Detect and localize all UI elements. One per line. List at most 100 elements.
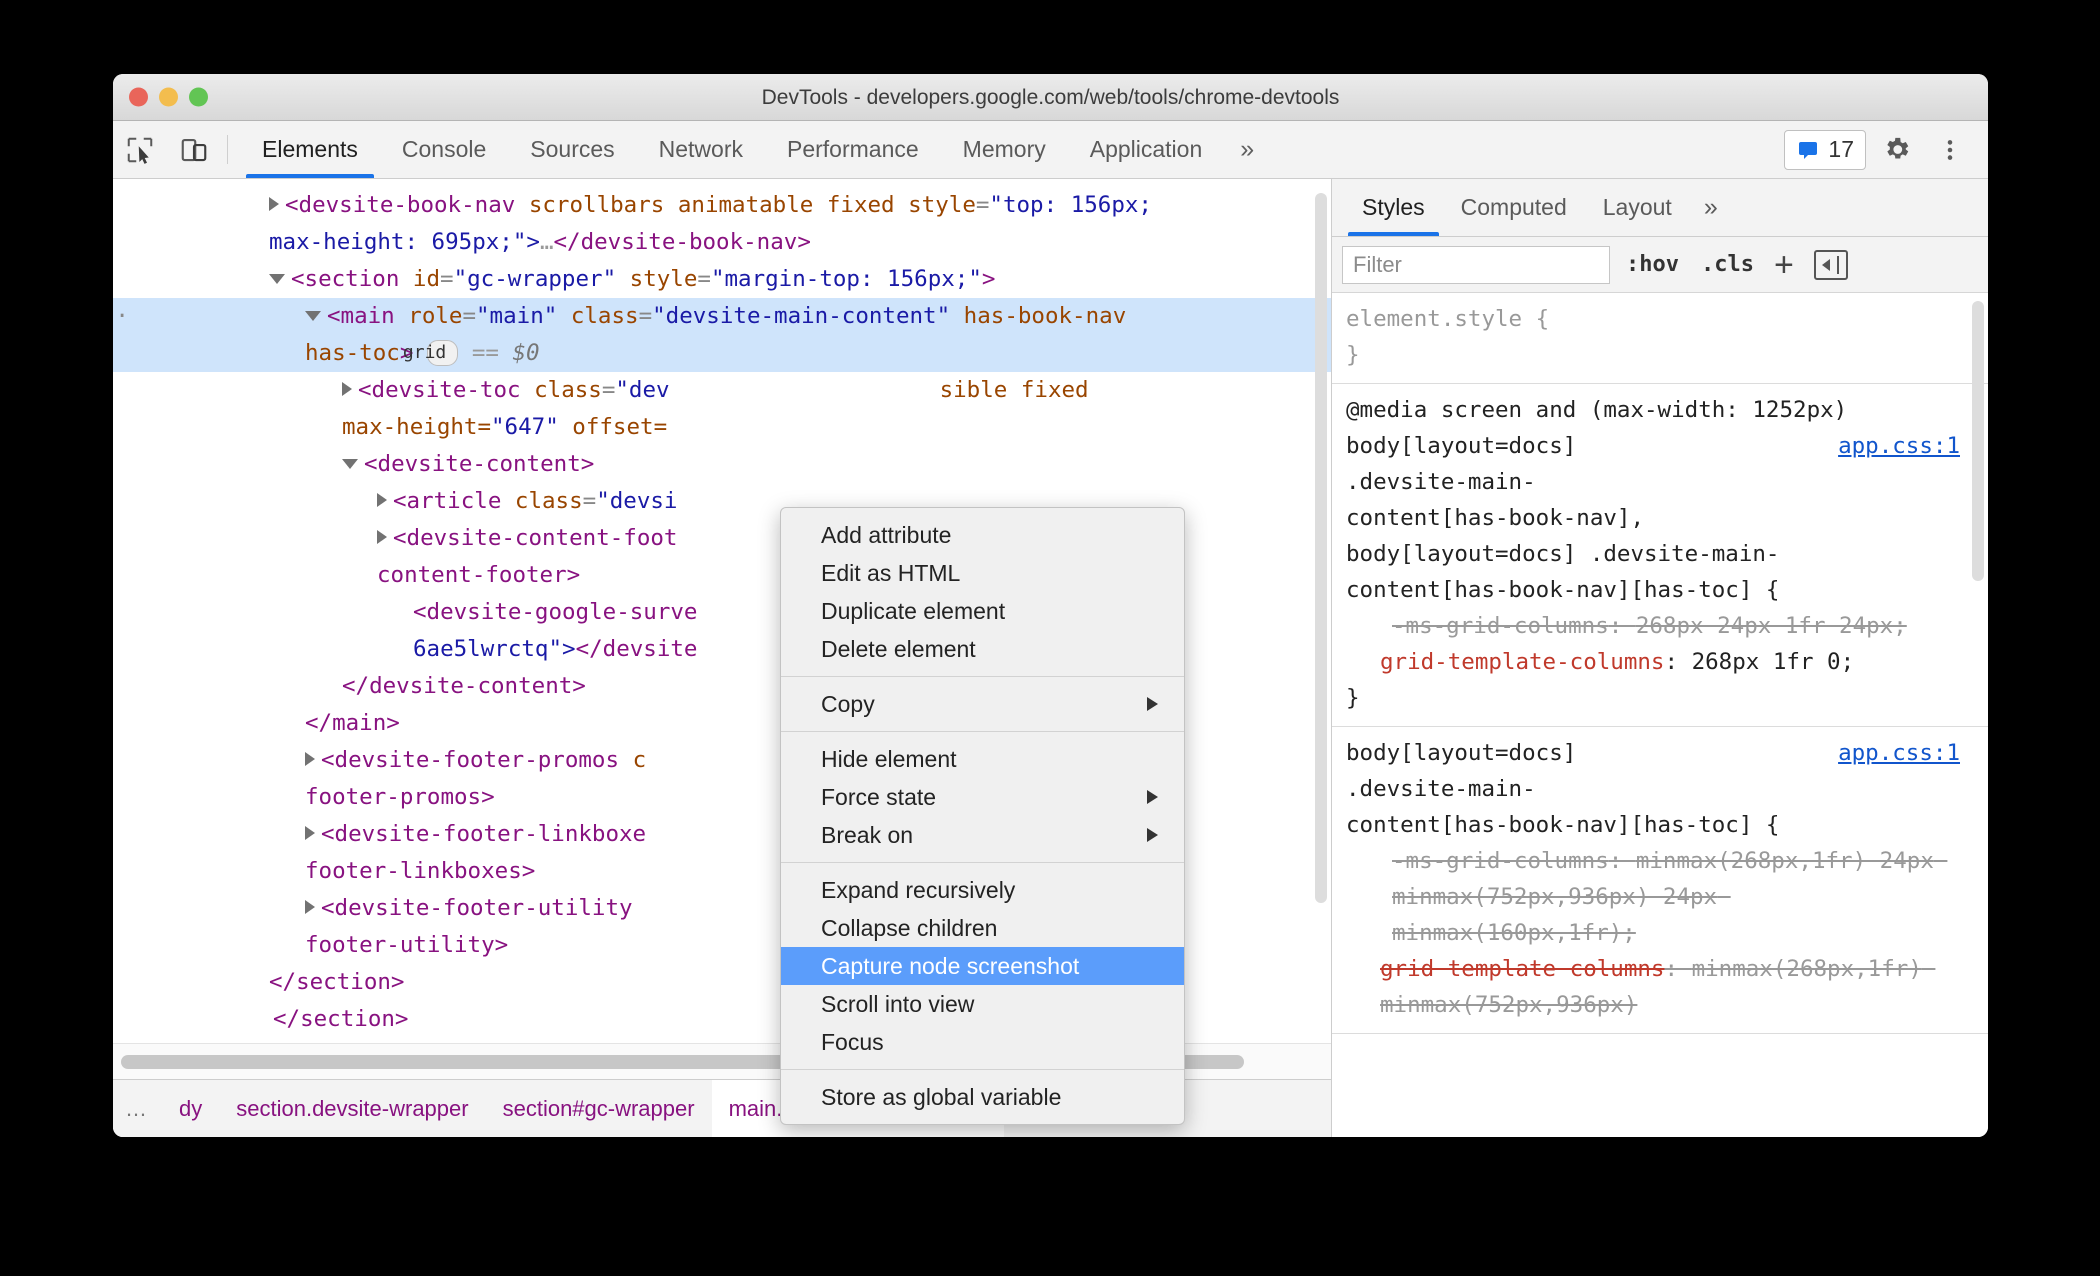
style-rule-main-content-has-toc[interactable]: body[layout=docs] app.css:1 .devsite-mai…: [1332, 727, 1988, 1034]
style-declaration[interactable]: grid template columns: minmax(268px,1fr)…: [1346, 951, 1974, 1023]
style-rule-media-1252[interactable]: @media screen and (max-width: 1252px) bo…: [1332, 384, 1988, 727]
tab-network[interactable]: Network: [637, 121, 765, 178]
dom-row-main-selected-cont[interactable]: has-toc> grid == $0: [113, 335, 1331, 372]
dom-attr-name: sible fixed: [939, 377, 1089, 403]
dom-row-gc-wrapper[interactable]: <section id="gc-wrapper" style="margin-t…: [113, 261, 1331, 298]
breadcrumb-item-section-devsite-wrapper[interactable]: section.devsite-wrapper: [219, 1080, 485, 1137]
dom-tag: <devsite-toc: [358, 377, 535, 403]
style-declaration[interactable]: -ms-grid-columns: minmax(268px,1fr) 24px…: [1346, 843, 1974, 951]
style-rule-at-rule: @media screen and (max-width: 1252px): [1346, 397, 1848, 423]
menu-item-store-as-global-variable[interactable]: Store as global variable: [781, 1078, 1184, 1116]
tab-elements[interactable]: Elements: [240, 121, 380, 178]
toggle-sidebar-icon[interactable]: [1813, 249, 1848, 280]
menu-item-break-on[interactable]: Break on: [781, 816, 1184, 854]
hov-button[interactable]: :hov: [1620, 252, 1685, 277]
dom-close-tag: </main>: [305, 710, 400, 736]
menu-item-collapse-children[interactable]: Collapse children: [781, 909, 1184, 947]
menu-separator: [781, 676, 1184, 677]
dom-tree-vertical-scrollbar[interactable]: [1315, 193, 1327, 903]
gear-icon[interactable]: [1872, 126, 1920, 174]
style-declaration[interactable]: grid-template-columns: 268px 1fr 0;: [1346, 644, 1974, 680]
styles-more-tabs-chevron-icon[interactable]: »: [1690, 179, 1732, 236]
style-declaration[interactable]: -ms-grid-columns: 268px 24px 1fr 24px;: [1346, 608, 1974, 644]
menu-item-edit-as-html[interactable]: Edit as HTML: [781, 554, 1184, 592]
expand-triangle-icon[interactable]: [305, 900, 315, 914]
menu-item-delete-element[interactable]: Delete element: [781, 630, 1184, 668]
dom-row-devsite-content[interactable]: <devsite-content>: [113, 446, 1331, 483]
dom-tag: <devsite-footer-linkboxe: [321, 821, 647, 847]
dom-attr-value: "main": [476, 303, 558, 329]
tab-layout[interactable]: Layout: [1585, 179, 1690, 236]
tab-computed[interactable]: Computed: [1443, 179, 1585, 236]
dom-context-menu[interactable]: Add attribute Edit as HTML Duplicate ele…: [780, 507, 1185, 1125]
style-rule-selector: element.style {: [1346, 306, 1550, 332]
new-style-rule-button[interactable]: +: [1770, 248, 1798, 282]
dom-row-devsite-toc-cont[interactable]: max-height="647" offset=: [113, 409, 1331, 446]
menu-item-scroll-into-view[interactable]: Scroll into view: [781, 985, 1184, 1023]
style-source-link[interactable]: app.css:1: [1838, 735, 1960, 771]
kebab-menu-icon[interactable]: [1926, 126, 1974, 174]
submenu-arrow-icon: [1147, 790, 1158, 804]
menu-item-copy[interactable]: Copy: [781, 685, 1184, 723]
devtools-toolbar: Elements Console Sources Network Perform…: [113, 121, 1988, 179]
menu-item-duplicate-element[interactable]: Duplicate element: [781, 592, 1184, 630]
style-rule-selector-line: content[has-book-nav][has-toc] {: [1346, 812, 1780, 838]
menu-separator: [781, 731, 1184, 732]
inspect-element-icon[interactable]: [113, 121, 167, 178]
expand-triangle-icon[interactable]: [377, 530, 387, 544]
dom-row-book-nav-cont[interactable]: max-height: 695px;">…</devsite-book-nav>: [113, 224, 1331, 261]
expand-triangle-icon[interactable]: [305, 826, 315, 840]
tab-sources[interactable]: Sources: [508, 121, 636, 178]
grid-badge[interactable]: grid: [403, 340, 459, 366]
tab-console[interactable]: Console: [380, 121, 508, 178]
dom-tag: <section: [291, 266, 413, 292]
dom-close-tag: content-footer>: [377, 562, 581, 588]
menu-item-hide-element[interactable]: Hide element: [781, 740, 1184, 778]
collapse-triangle-icon[interactable]: [342, 459, 358, 469]
tab-performance[interactable]: Performance: [765, 121, 941, 178]
dom-tag: <devsite-content-foot: [393, 525, 678, 551]
collapse-triangle-icon[interactable]: [305, 311, 321, 321]
style-source-link[interactable]: app.css:1: [1838, 428, 1960, 464]
expand-triangle-icon[interactable]: [342, 382, 352, 396]
breadcrumb-item-body[interactable]: dy: [162, 1080, 219, 1137]
dom-row-book-nav[interactable]: <devsite-book-nav scrollbars animatable …: [113, 187, 1331, 224]
styles-vertical-scrollbar[interactable]: [1972, 301, 1984, 581]
menu-item-capture-node-screenshot[interactable]: Capture node screenshot: [781, 947, 1184, 985]
menu-item-focus[interactable]: Focus: [781, 1023, 1184, 1061]
cls-button[interactable]: .cls: [1695, 252, 1760, 277]
menu-item-force-state-label: Force state: [821, 783, 937, 810]
more-tabs-chevron-icon[interactable]: »: [1224, 121, 1270, 178]
expand-triangle-icon[interactable]: [377, 493, 387, 507]
style-value: 268px 24px 1fr 24px;: [1635, 613, 1907, 639]
tab-styles[interactable]: Styles: [1344, 179, 1443, 236]
breadcrumb-item-section-gc-wrapper[interactable]: section#gc-wrapper: [486, 1080, 712, 1137]
dom-attr-value: "devsi: [596, 488, 678, 514]
style-property: -ms-grid-columns: [1392, 848, 1609, 874]
device-toolbar-icon[interactable]: [167, 121, 221, 178]
style-rule-selector-line: body[layout=docs]: [1346, 740, 1577, 766]
breadcrumb-overflow-left[interactable]: …: [113, 1080, 162, 1137]
dom-row-devsite-toc[interactable]: <devsite-toc class="dev sible fixed: [113, 372, 1331, 409]
dom-row-menu-icon[interactable]: ···: [113, 298, 131, 335]
filter-input[interactable]: Filter: [1342, 245, 1610, 284]
panel-tabs: Elements Console Sources Network Perform…: [240, 121, 1270, 178]
dom-ellipsis[interactable]: …: [540, 229, 554, 255]
issues-counter-button[interactable]: 17: [1784, 129, 1866, 170]
dom-close-tag: </section>: [273, 1006, 409, 1032]
menu-item-add-attribute[interactable]: Add attribute: [781, 516, 1184, 554]
tab-application[interactable]: Application: [1068, 121, 1225, 178]
menu-separator: [781, 1069, 1184, 1070]
menu-item-expand-recursively[interactable]: Expand recursively: [781, 871, 1184, 909]
collapse-triangle-icon[interactable]: [269, 274, 285, 284]
dom-row-main-selected[interactable]: ···<main role="main" class="devsite-main…: [113, 298, 1331, 335]
expand-triangle-icon[interactable]: [269, 197, 279, 211]
tab-memory[interactable]: Memory: [941, 121, 1068, 178]
expand-triangle-icon[interactable]: [305, 752, 315, 766]
style-rule-element-style[interactable]: element.style { }: [1332, 293, 1988, 384]
menu-item-force-state[interactable]: Force state: [781, 778, 1184, 816]
dom-attr-value: "gc-wrapper": [453, 266, 617, 292]
issues-count: 17: [1828, 136, 1854, 162]
dom-close-tag: footer-utility>: [305, 932, 509, 958]
styles-rules-list[interactable]: element.style { } @media screen and (max…: [1332, 293, 1988, 1137]
